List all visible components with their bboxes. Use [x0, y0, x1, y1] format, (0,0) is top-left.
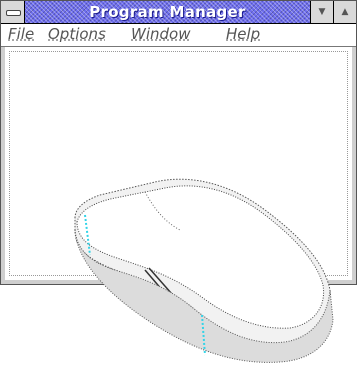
minimize-button[interactable]: ▼ [310, 1, 333, 23]
menu-help[interactable]: Help [226, 25, 260, 43]
system-menu-button[interactable] [1, 1, 25, 23]
up-triangle-icon: ▲ [341, 7, 349, 17]
title-bar[interactable]: Program Manager ▼ ▲ [1, 1, 356, 24]
computer-mouse-illustration [74, 178, 334, 363]
down-triangle-icon: ▼ [318, 7, 326, 17]
maximize-button[interactable]: ▲ [333, 1, 356, 23]
menu-file[interactable]: File [8, 25, 34, 43]
window-title: Program Manager [89, 3, 246, 21]
menu-window[interactable]: Window [131, 25, 190, 43]
menu-options[interactable]: Options [48, 25, 106, 43]
menu-bar: File Options Window Help [1, 24, 356, 47]
control-menu-icon [6, 10, 21, 16]
